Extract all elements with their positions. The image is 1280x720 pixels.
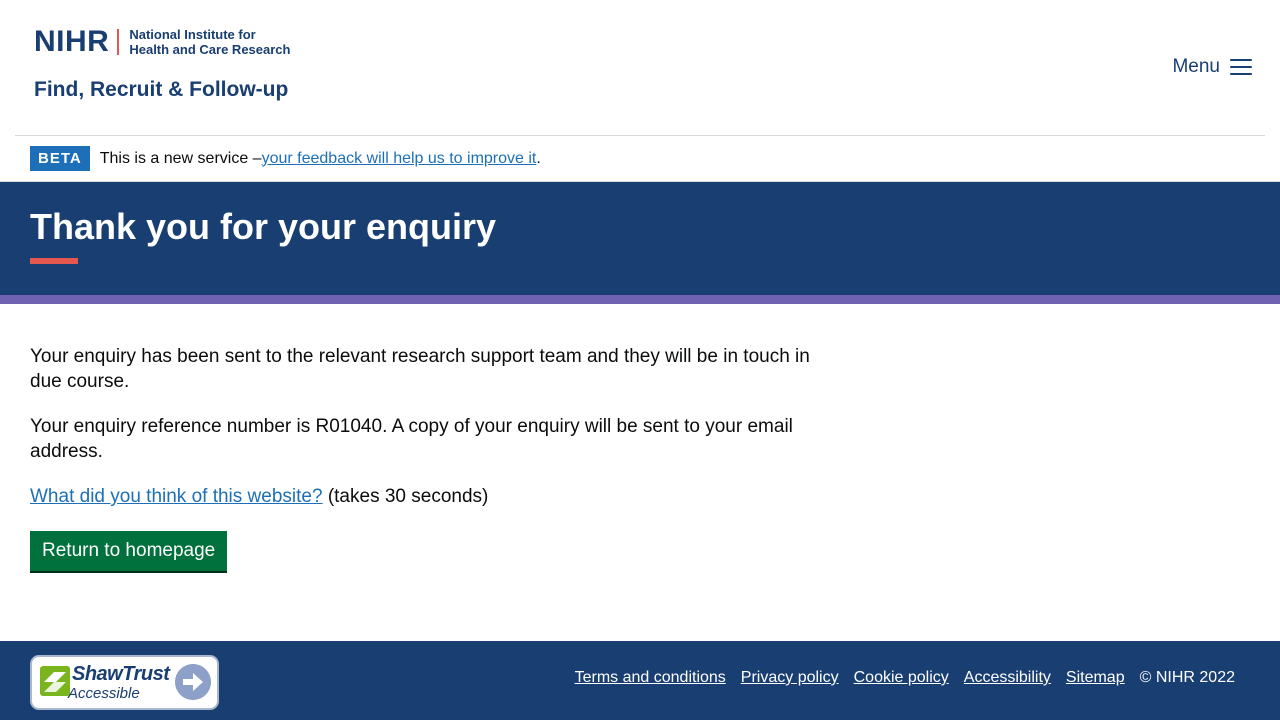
badge-subtitle: Accessible bbox=[68, 685, 140, 702]
beta-tag: BETA bbox=[30, 146, 90, 171]
beta-suffix: . bbox=[536, 149, 541, 167]
shaw-trust-badge[interactable]: ShawTrust Accessible bbox=[30, 655, 219, 710]
footer-link-sitemap[interactable]: Sitemap bbox=[1066, 669, 1125, 687]
survey-link[interactable]: What did you think of this website? bbox=[30, 486, 323, 507]
copyright: © NIHR 2022 bbox=[1139, 669, 1235, 686]
beta-text: This is a new service – bbox=[99, 149, 262, 167]
nihr-logo-row: NIHR National Institute for Health and C… bbox=[34, 26, 290, 58]
phase-banner: BETA This is a new service – your feedba… bbox=[30, 146, 541, 171]
footer-link-terms[interactable]: Terms and conditions bbox=[575, 669, 726, 687]
menu-label: Menu bbox=[1172, 56, 1220, 77]
site-header: NIHR National Institute for Health and C… bbox=[0, 0, 1280, 136]
footer-nav: Terms and conditions Privacy policy Cook… bbox=[575, 669, 1235, 687]
nihr-logo-subtitle: National Institute for Health and Care R… bbox=[129, 27, 290, 57]
nihr-logo[interactable]: NIHR National Institute for Health and C… bbox=[34, 26, 290, 102]
page-hero: Thank you for your enquiry bbox=[0, 182, 1280, 295]
service-name: Find, Recruit & Follow-up bbox=[34, 78, 289, 101]
shaw-trust-leaf-icon bbox=[40, 666, 70, 696]
main-content: Your enquiry has been sent to the releva… bbox=[30, 344, 820, 571]
badge-brand: ShawTrust bbox=[72, 663, 170, 685]
nihr-logo-mark: NIHR bbox=[34, 25, 110, 58]
page-title: Thank you for your enquiry bbox=[30, 206, 497, 247]
logo-sub-line-1: National Institute for bbox=[129, 27, 256, 42]
feedback-link[interactable]: your feedback will help us to improve it bbox=[262, 150, 537, 168]
logo-divider bbox=[117, 29, 120, 55]
site-footer: ShawTrust Accessible Terms and condition… bbox=[0, 641, 1280, 720]
confirmation-message: Your enquiry has been sent to the releva… bbox=[30, 346, 810, 392]
survey-paragraph: What did you think of this website? (tak… bbox=[30, 484, 820, 509]
header-divider bbox=[15, 135, 1265, 136]
survey-suffix: (takes 30 seconds) bbox=[322, 486, 489, 507]
menu-button[interactable]: Menu bbox=[1172, 56, 1252, 78]
arrow-right-icon bbox=[175, 664, 211, 700]
footer-link-accessibility[interactable]: Accessibility bbox=[964, 669, 1051, 687]
footer-link-privacy[interactable]: Privacy policy bbox=[741, 669, 839, 687]
logo-sub-line-2: Health and Care Research bbox=[129, 42, 291, 57]
hamburger-icon bbox=[1230, 59, 1252, 75]
reference-message: Your enquiry reference number is R01040.… bbox=[30, 416, 793, 462]
footer-link-cookies[interactable]: Cookie policy bbox=[854, 669, 949, 687]
hero-purple-band bbox=[0, 295, 1280, 304]
return-to-homepage-button[interactable]: Return to homepage bbox=[30, 531, 228, 571]
title-accent-bar bbox=[30, 258, 78, 264]
